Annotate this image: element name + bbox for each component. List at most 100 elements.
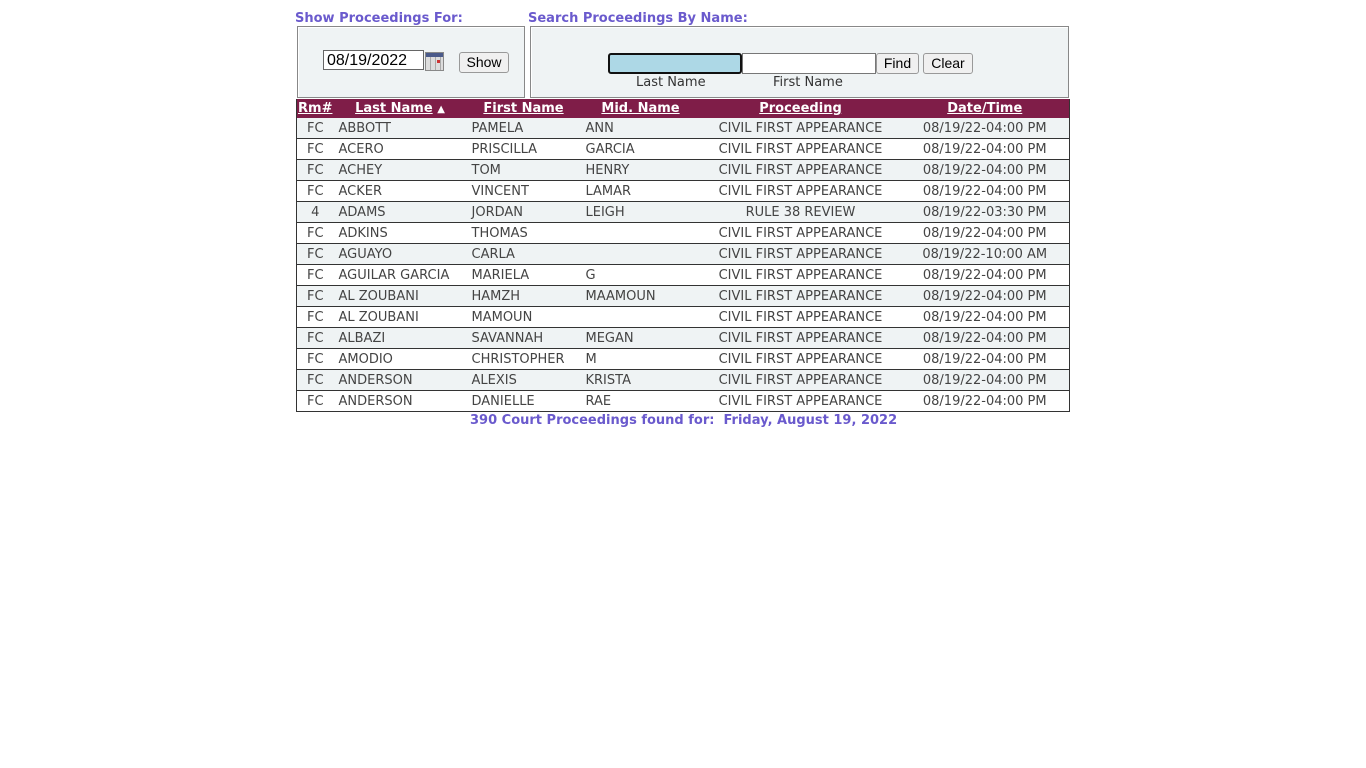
table-row[interactable]: FC AL ZOUBANI HAMZH MAAMOUN CIVIL FIRST APPE… <box>296 285 1070 307</box>
cell-date-time: 08/19/22-04:00 PM <box>900 118 1070 139</box>
cell-last-name: ANDERSON <box>333 369 467 391</box>
header-last-name[interactable]: Last Name ▲ <box>333 99 467 118</box>
cell-room: FC <box>296 390 334 412</box>
cell-date-time: 08/19/22-04:00 PM <box>900 222 1070 244</box>
cell-first-name: HAMZH <box>466 285 581 307</box>
cell-mid-name: LEIGH <box>580 201 701 223</box>
cell-proceeding: CIVIL FIRST APPEARANCE <box>700 348 901 370</box>
cell-room: FC <box>296 159 334 181</box>
header-rm[interactable]: Rm# <box>296 99 334 118</box>
cell-proceeding: CIVIL FIRST APPEARANCE <box>700 369 901 391</box>
table-row[interactable]: FC ACHEY TOM HENRY CIVIL FIRST APPEARANCE 08/… <box>296 159 1070 181</box>
table-row[interactable]: FC ANDERSON DANIELLE RAE CIVIL FIRST APPEARA… <box>296 390 1070 412</box>
table-row[interactable]: FC AMODIO CHRISTOPHER M CIVIL FIRST APPEARAN… <box>296 348 1070 370</box>
cell-proceeding: CIVIL FIRST APPEARANCE <box>700 306 901 328</box>
table-header: Rm# Last Name ▲ First Name Mid. Name Pro… <box>296 99 1070 118</box>
search-panel: Find Clear Last Name First Name <box>530 26 1069 98</box>
cell-last-name: ACERO <box>333 138 467 160</box>
cell-mid-name <box>580 243 701 265</box>
cell-proceeding: CIVIL FIRST APPEARANCE <box>700 118 901 139</box>
cell-proceeding: CIVIL FIRST APPEARANCE <box>700 243 901 265</box>
table-row[interactable]: FC ALBAZI SAVANNAH MEGAN CIVIL FIRST APPEARA… <box>296 327 1070 349</box>
calendar-icon[interactable] <box>425 52 444 71</box>
cell-date-time: 08/19/22-04:00 PM <box>900 390 1070 412</box>
cell-last-name: AGUILAR GARCIA <box>333 264 467 286</box>
cell-date-time: 08/19/22-04:00 PM <box>900 327 1070 349</box>
cell-first-name: ALEXIS <box>466 369 581 391</box>
show-proceedings-label: Show Proceedings For: <box>295 11 463 26</box>
cell-date-time: 08/19/22-03:30 PM <box>900 201 1070 223</box>
date-panel: 08/19/2022 Show <box>297 26 525 98</box>
cell-room: FC <box>296 180 334 202</box>
cell-first-name: MARIELA <box>466 264 581 286</box>
proceedings-table: Rm# Last Name ▲ First Name Mid. Name Pro… <box>296 99 1070 412</box>
cell-last-name: AL ZOUBANI <box>333 285 467 307</box>
cell-room: FC <box>296 348 334 370</box>
table-row[interactable]: FC ABBOTT PAMELA ANN CIVIL FIRST APPEARANCE 0… <box>296 118 1070 139</box>
table-row[interactable]: FC ACKER VINCENT LAMAR CIVIL FIRST APPEARANC… <box>296 180 1070 202</box>
cell-proceeding: CIVIL FIRST APPEARANCE <box>700 138 901 160</box>
cell-last-name: AL ZOUBANI <box>333 306 467 328</box>
header-proceeding[interactable]: Proceeding <box>700 99 901 118</box>
cell-mid-name: RAE <box>580 390 701 412</box>
cell-mid-name: LAMAR <box>580 180 701 202</box>
cell-first-name: TOM <box>466 159 581 181</box>
cell-first-name: VINCENT <box>466 180 581 202</box>
cell-last-name: ALBAZI <box>333 327 467 349</box>
header-date-time[interactable]: Date/Time <box>900 99 1070 118</box>
cell-proceeding: CIVIL FIRST APPEARANCE <box>700 159 901 181</box>
cell-proceeding: CIVIL FIRST APPEARANCE <box>700 390 901 412</box>
table-row[interactable]: FC AL ZOUBANI MAMOUN CIVIL FIRST APPEARANCE… <box>296 306 1070 328</box>
cell-date-time: 08/19/22-04:00 PM <box>900 306 1070 328</box>
cell-room: FC <box>296 264 334 286</box>
first-name-label: First Name <box>773 75 843 90</box>
cell-mid-name: G <box>580 264 701 286</box>
cell-last-name: ANDERSON <box>333 390 467 412</box>
cell-first-name: SAVANNAH <box>466 327 581 349</box>
cell-proceeding: CIVIL FIRST APPEARANCE <box>700 285 901 307</box>
cell-date-time: 08/19/22-10:00 AM <box>900 243 1070 265</box>
show-button[interactable]: Show <box>459 52 509 73</box>
cell-mid-name <box>580 222 701 244</box>
date-input[interactable]: 08/19/2022 <box>323 50 424 70</box>
cell-first-name: DANIELLE <box>466 390 581 412</box>
table-row[interactable]: FC ANDERSON ALEXIS KRISTA CIVIL FIRST APPEAR… <box>296 369 1070 391</box>
table-row[interactable]: FC ADKINS THOMAS CIVIL FIRST APPEARANCE 08/1… <box>296 222 1070 244</box>
cell-room: FC <box>296 118 334 139</box>
cell-date-time: 08/19/22-04:00 PM <box>900 348 1070 370</box>
table-row[interactable]: 4 ADAMS JORDAN LEIGH RULE 38 REVIEW 08/19/22-… <box>296 201 1070 223</box>
find-button[interactable]: Find <box>876 53 919 74</box>
cell-last-name: ADKINS <box>333 222 467 244</box>
cell-room: FC <box>296 138 334 160</box>
cell-mid-name: MEGAN <box>580 327 701 349</box>
cell-room: FC <box>296 306 334 328</box>
header-first-name[interactable]: First Name <box>466 99 581 118</box>
cell-last-name: AGUAYO <box>333 243 467 265</box>
header-mid-name[interactable]: Mid. Name <box>580 99 701 118</box>
cell-mid-name: M <box>580 348 701 370</box>
first-name-input[interactable] <box>742 53 876 74</box>
cell-mid-name: KRISTA <box>580 369 701 391</box>
cell-proceeding: CIVIL FIRST APPEARANCE <box>700 264 901 286</box>
cell-room: FC <box>296 369 334 391</box>
table-row[interactable]: FC AGUAYO CARLA CIVIL FIRST APPEARANCE 08/19… <box>296 243 1070 265</box>
cell-mid-name: ANN <box>580 118 701 139</box>
cell-date-time: 08/19/22-04:00 PM <box>900 285 1070 307</box>
cell-first-name: PAMELA <box>466 118 581 139</box>
cell-proceeding: CIVIL FIRST APPEARANCE <box>700 180 901 202</box>
table-row[interactable]: FC ACERO PRISCILLA GARCIA CIVIL FIRST APPEAR… <box>296 138 1070 160</box>
table-row[interactable]: FC AGUILAR GARCIA MARIELA G CIVIL FIRST APPE… <box>296 264 1070 286</box>
cell-last-name: ABBOTT <box>333 118 467 139</box>
cell-date-time: 08/19/22-04:00 PM <box>900 180 1070 202</box>
last-name-input[interactable] <box>608 53 742 74</box>
cell-last-name: ACHEY <box>333 159 467 181</box>
results-summary: 390 Court Proceedings found for: Friday,… <box>470 413 898 428</box>
cell-proceeding: CIVIL FIRST APPEARANCE <box>700 222 901 244</box>
cell-first-name: THOMAS <box>466 222 581 244</box>
cell-room: 4 <box>296 201 334 223</box>
clear-button[interactable]: Clear <box>923 53 973 74</box>
cell-mid-name: HENRY <box>580 159 701 181</box>
cell-room: FC <box>296 327 334 349</box>
cell-first-name: JORDAN <box>466 201 581 223</box>
cell-room: FC <box>296 243 334 265</box>
